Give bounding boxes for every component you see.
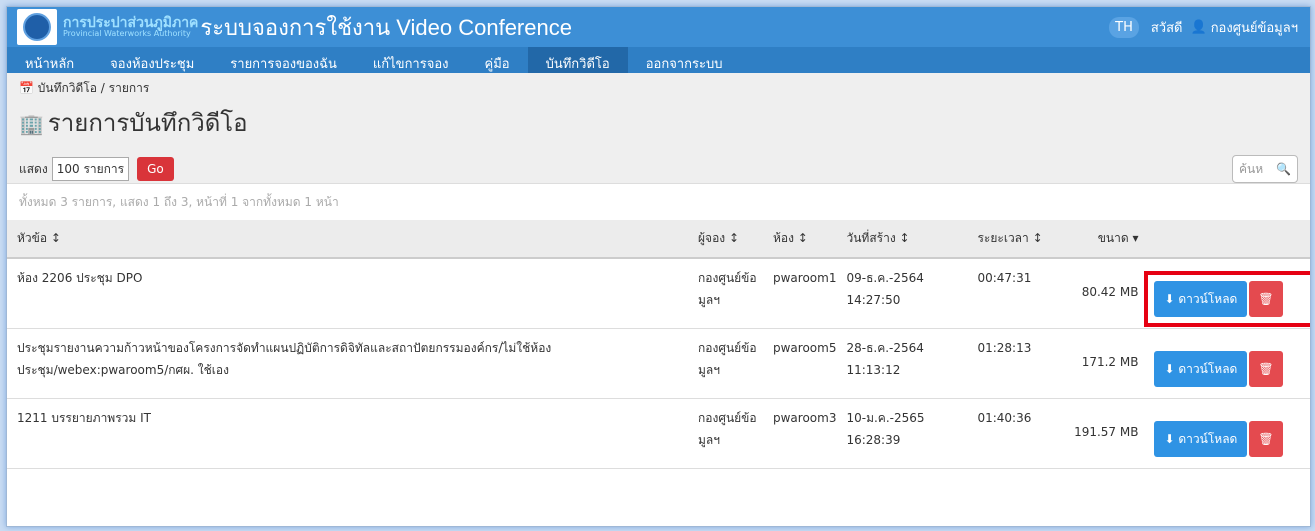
nav-my-bookings[interactable]: รายการจองของฉัน: [212, 47, 355, 73]
nav-edit-booking[interactable]: แก้ไขการจอง: [355, 47, 467, 73]
row-actions: ⬇ ดาวน์โหลด 🗑: [1154, 420, 1310, 457]
col-duration[interactable]: ระยะเวลา ↕: [967, 220, 1049, 259]
calendar-icon: 📅: [19, 81, 34, 95]
row-owner: กองศูนย์ข้อมูลฯ: [688, 398, 763, 469]
language-toggle[interactable]: TH: [1109, 17, 1139, 38]
page-title: 🏢 รายการบันทึกวิดีโอ: [19, 103, 248, 142]
building-icon: 🏢: [19, 112, 44, 136]
table-row: ห้อง 2206 ประชุม DPO กองศูนย์ข้อมูลฯ pwa…: [7, 258, 1310, 329]
col-size[interactable]: ขนาด ▾: [1048, 220, 1145, 259]
top-bar: การประปาส่วนภูมิภาค Provincial Waterwork…: [7, 7, 1310, 73]
breadcrumb: 📅 บันทึกวิดีโอ / รายการ: [19, 79, 149, 98]
row-duration: 01:40:36: [967, 398, 1049, 469]
row-title: 1211 บรรยายภาพรวม IT: [7, 398, 688, 469]
search-placeholder: ค้นห: [1239, 161, 1264, 176]
row-date: 09-ธ.ค.-2564 14:27:50: [836, 258, 968, 329]
video-records-table: หัวข้อ ↕ ผู้จอง ↕ ห้อง ↕ วันที่สร้าง ↕ ร…: [7, 220, 1310, 469]
delete-button[interactable]: 🗑: [1249, 350, 1283, 387]
row-actions: ⬇ ดาวน์โหลด 🗑: [1154, 350, 1310, 387]
row-owner: กองศูนย์ข้อมูลฯ: [688, 258, 763, 329]
row-room: pwaroom5: [763, 328, 837, 399]
nav-book-room[interactable]: จองห้องประชุม: [92, 47, 212, 73]
user-icon: 👤: [1190, 20, 1207, 35]
list-controls: แสดง 100 รายการ Go: [19, 157, 174, 181]
trash-icon: 🗑: [1258, 361, 1274, 376]
row-owner: กองศูนย์ข้อมูลฯ: [688, 328, 763, 399]
col-created-date[interactable]: วันที่สร้าง ↕: [836, 220, 968, 259]
row-size: 80.42 MB: [1048, 258, 1145, 329]
download-button[interactable]: ⬇ ดาวน์โหลด: [1154, 350, 1248, 387]
download-button[interactable]: ⬇ ดาวน์โหลด: [1154, 420, 1248, 457]
trash-icon: 🗑: [1258, 292, 1274, 306]
col-room[interactable]: ห้อง ↕: [763, 220, 837, 259]
user-name[interactable]: กองศูนย์ข้อมูลฯ: [1211, 17, 1298, 38]
delete-button[interactable]: 🗑: [1249, 281, 1283, 317]
download-button[interactable]: ⬇ ดาวน์โหลด: [1154, 281, 1248, 317]
nav-home[interactable]: หน้าหลัก: [7, 47, 92, 73]
table-header: หัวข้อ ↕ ผู้จอง ↕ ห้อง ↕ วันที่สร้าง ↕ ร…: [7, 220, 1310, 259]
result-summary: ทั้งหมด 3 รายการ, แสดง 1 ถึง 3, หน้าที่ …: [7, 184, 1310, 220]
logo-english-text: Provincial Waterworks Authority: [63, 29, 191, 38]
row-size: 191.57 MB: [1048, 398, 1145, 469]
row-room: pwaroom1: [763, 258, 837, 329]
brand[interactable]: การประปาส่วนภูมิภาค Provincial Waterwork…: [7, 7, 572, 47]
download-icon: ⬇: [1164, 292, 1175, 306]
delete-button[interactable]: 🗑: [1249, 420, 1283, 457]
show-label: แสดง: [19, 161, 48, 176]
row-date: 28-ธ.ค.-2564 11:13:12: [836, 328, 968, 399]
table-row: 1211 บรรยายภาพรวม IT กองศูนย์ข้อมูลฯ pwa…: [7, 398, 1310, 469]
download-icon: ⬇: [1164, 361, 1175, 376]
row-title: ประชุมรายงานความก้าวหน้าของโครงการจัดทำแ…: [7, 328, 688, 399]
row-duration: 00:47:31: [967, 258, 1049, 329]
app-title: ระบบจองการใช้งาน Video Conference: [200, 14, 572, 40]
nav-video-records[interactable]: บันทึกวิดีโอ: [527, 47, 628, 73]
download-icon: ⬇: [1164, 431, 1175, 446]
row-title: ห้อง 2206 ประชุม DPO: [7, 258, 688, 329]
col-title[interactable]: หัวข้อ ↕: [7, 220, 688, 259]
row-duration: 01:28:13: [967, 328, 1049, 399]
go-button[interactable]: Go: [137, 157, 174, 181]
main-nav: หน้าหลัก จองห้องประชุม รายการจองของฉัน แ…: [7, 47, 1310, 73]
nav-manual[interactable]: คู่มือ: [467, 47, 528, 73]
col-owner[interactable]: ผู้จอง ↕: [688, 220, 763, 259]
logo-thai-text: การประปาส่วนภูมิภาค: [63, 15, 199, 31]
greeting: สวัสดี: [1150, 21, 1183, 36]
row-room: pwaroom3: [763, 398, 837, 469]
header-area: 📅 บันทึกวิดีโอ / รายการ 🏢 รายการบันทึกวิด…: [7, 73, 1310, 184]
highlighted-actions: ⬇ ดาวน์โหลด 🗑: [1144, 271, 1310, 327]
per-page-select[interactable]: 100 รายการ: [51, 157, 130, 181]
row-date: 10-ม.ค.-2565 16:28:39: [836, 398, 968, 469]
search-input[interactable]: ค้นห 🔍: [1232, 155, 1298, 183]
user-area: TH สวัสดี 👤 กองศูนย์ข้อมูลฯ: [1109, 17, 1298, 38]
row-size: 171.2 MB: [1048, 328, 1145, 399]
table-row: ประชุมรายงานความก้าวหน้าของโครงการจัดทำแ…: [7, 328, 1310, 399]
trash-icon: 🗑: [1258, 431, 1274, 446]
nav-logout[interactable]: ออกจากระบบ: [628, 47, 741, 73]
pwa-logo: [17, 9, 57, 45]
page-title-text: รายการบันทึกวิดีโอ: [47, 109, 248, 137]
breadcrumb-text[interactable]: บันทึกวิดีโอ / รายการ: [38, 81, 150, 95]
app-window: การประปาส่วนภูมิภาค Provincial Waterwork…: [6, 6, 1311, 527]
search-icon: 🔍: [1276, 162, 1291, 176]
